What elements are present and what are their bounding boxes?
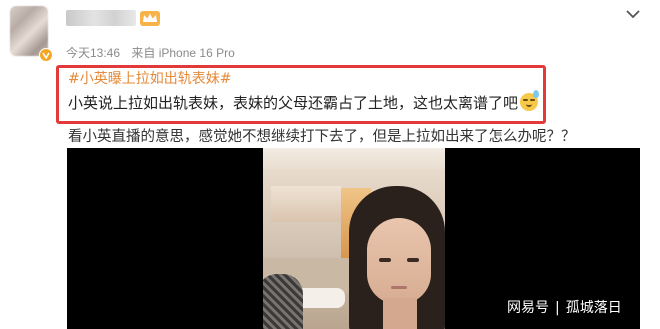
watermark-author: 孤城落日 (565, 300, 622, 316)
post-meta: 今天13:46 来自 iPhone 16 Pro (66, 44, 235, 61)
crown-icon[interactable] (139, 9, 161, 27)
verified-v-icon (39, 48, 53, 62)
highlight-text: 小英说上拉如出轨表妹，表妹的父母还霸占了土地，这也太离谱了吧 (68, 94, 519, 112)
video-player[interactable]: 网易号 | 孤城落日 (67, 148, 640, 329)
chevron-down-icon[interactable] (625, 6, 641, 20)
highlighted-post-text: 小英说上拉如出轨表妹，表妹的父母还霸占了土地，这也太离谱了吧 (68, 90, 540, 113)
post-body-text: 看小英直播的意思，感觉她不想继续打下去了，但是上拉如出来了怎么办呢？？ (68, 129, 576, 145)
avatar[interactable] (6, 4, 53, 62)
watermark: 网易号 | 孤城落日 (507, 297, 622, 317)
video-frame-selfie (263, 148, 445, 329)
post-timestamp: 今天13:46 (66, 46, 121, 60)
username-blurred[interactable] (66, 10, 136, 26)
post-source: 来自 iPhone 16 Pro (131, 46, 235, 60)
watermark-brand: 网易号 (507, 300, 549, 316)
hashtag-link[interactable]: #小英曝上拉如出轨表妹# (68, 68, 231, 88)
sweat-smile-emoji-icon (520, 90, 540, 111)
watermark-separator: | (555, 300, 560, 316)
